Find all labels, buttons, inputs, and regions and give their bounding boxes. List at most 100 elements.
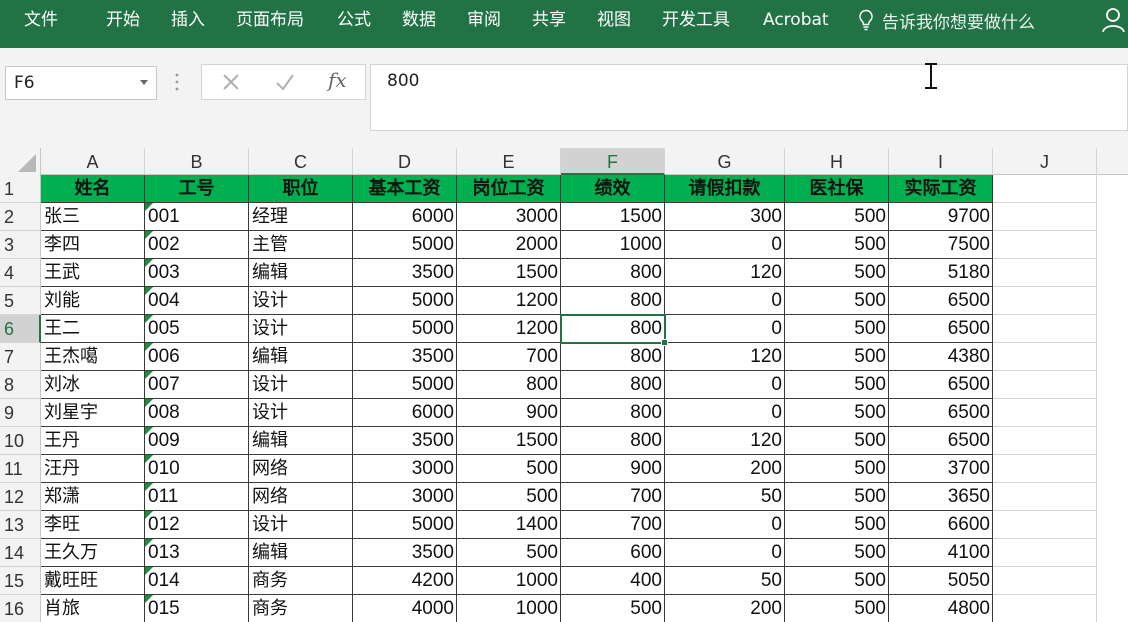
column-header-b[interactable]: B <box>145 148 249 175</box>
checkmark-icon[interactable] <box>274 71 296 93</box>
cell-b7[interactable]: 006 <box>145 343 249 371</box>
cell-a8[interactable]: 刘冰 <box>41 371 145 399</box>
cell-f10[interactable]: 800 <box>561 427 665 455</box>
row-header-13[interactable]: 13 <box>0 511 41 539</box>
cell-c13[interactable]: 设计 <box>249 511 353 539</box>
cell-i12[interactable]: 3650 <box>889 483 993 511</box>
cell-h8[interactable]: 500 <box>785 371 889 399</box>
cell-f9[interactable]: 800 <box>561 399 665 427</box>
cell-h15[interactable]: 500 <box>785 567 889 595</box>
row-header-14[interactable]: 14 <box>0 539 41 567</box>
cell-d12[interactable]: 3000 <box>353 483 457 511</box>
cell-b1[interactable]: 工号 <box>145 175 249 203</box>
cell-h16[interactable]: 500 <box>785 595 889 622</box>
select-all-corner[interactable] <box>0 148 41 175</box>
cell-e12[interactable]: 500 <box>457 483 561 511</box>
cell-j15[interactable] <box>993 567 1097 595</box>
cell-j16[interactable] <box>993 595 1097 622</box>
row-header-12[interactable]: 12 <box>0 483 41 511</box>
cell-f5[interactable]: 800 <box>561 287 665 315</box>
row-header-9[interactable]: 9 <box>0 399 41 427</box>
cell-a12[interactable]: 郑潇 <box>41 483 145 511</box>
cell-i6[interactable]: 6500 <box>889 315 993 343</box>
cell-c8[interactable]: 设计 <box>249 371 353 399</box>
column-header-h[interactable]: H <box>785 148 889 175</box>
cell-e14[interactable]: 500 <box>457 539 561 567</box>
row-header-10[interactable]: 10 <box>0 427 41 455</box>
row-header-5[interactable]: 5 <box>0 287 41 315</box>
cell-d4[interactable]: 3500 <box>353 259 457 287</box>
cell-b2[interactable]: 001 <box>145 203 249 231</box>
cell-h12[interactable]: 500 <box>785 483 889 511</box>
cell-i16[interactable]: 4800 <box>889 595 993 622</box>
cell-h1[interactable]: 医社保 <box>785 175 889 203</box>
column-header-d[interactable]: D <box>353 148 457 175</box>
cell-a5[interactable]: 刘能 <box>41 287 145 315</box>
cell-j10[interactable] <box>993 427 1097 455</box>
cell-c11[interactable]: 网络 <box>249 455 353 483</box>
cell-g4[interactable]: 120 <box>665 259 785 287</box>
cell-g12[interactable]: 50 <box>665 483 785 511</box>
cell-i3[interactable]: 7500 <box>889 231 993 259</box>
cell-g3[interactable]: 0 <box>665 231 785 259</box>
cell-b5[interactable]: 004 <box>145 287 249 315</box>
cell-e15[interactable]: 1000 <box>457 567 561 595</box>
cell-b11[interactable]: 010 <box>145 455 249 483</box>
cell-h4[interactable]: 500 <box>785 259 889 287</box>
cancel-icon[interactable] <box>220 71 242 93</box>
cell-b13[interactable]: 012 <box>145 511 249 539</box>
menu-formulas[interactable]: 公式 <box>337 0 371 40</box>
cell-a14[interactable]: 王久万 <box>41 539 145 567</box>
cell-a13[interactable]: 李旺 <box>41 511 145 539</box>
cell-c6[interactable]: 设计 <box>249 315 353 343</box>
cell-i5[interactable]: 6500 <box>889 287 993 315</box>
cell-b16[interactable]: 015 <box>145 595 249 622</box>
column-header-j[interactable]: J <box>993 148 1097 175</box>
cell-i14[interactable]: 4100 <box>889 539 993 567</box>
cell-e6[interactable]: 1200 <box>457 315 561 343</box>
cell-j1[interactable] <box>993 175 1097 203</box>
column-header-f[interactable]: F <box>561 148 665 175</box>
cell-h5[interactable]: 500 <box>785 287 889 315</box>
cell-i15[interactable]: 5050 <box>889 567 993 595</box>
cell-j7[interactable] <box>993 343 1097 371</box>
cell-f4[interactable]: 800 <box>561 259 665 287</box>
cell-c7[interactable]: 编辑 <box>249 343 353 371</box>
formula-input[interactable]: 800 <box>370 64 1128 131</box>
cell-d1[interactable]: 基本工资 <box>353 175 457 203</box>
cell-g15[interactable]: 50 <box>665 567 785 595</box>
row-header-4[interactable]: 4 <box>0 259 41 287</box>
cell-g9[interactable]: 0 <box>665 399 785 427</box>
menu-review[interactable]: 审阅 <box>467 0 501 40</box>
cell-i8[interactable]: 6500 <box>889 371 993 399</box>
cell-c14[interactable]: 编辑 <box>249 539 353 567</box>
column-header-e[interactable]: E <box>457 148 561 175</box>
cell-c16[interactable]: 商务 <box>249 595 353 622</box>
name-box[interactable]: F6 <box>5 66 157 100</box>
cell-c15[interactable]: 商务 <box>249 567 353 595</box>
cell-h14[interactable]: 500 <box>785 539 889 567</box>
cell-c5[interactable]: 设计 <box>249 287 353 315</box>
cell-h11[interactable]: 500 <box>785 455 889 483</box>
cell-f2[interactable]: 1500 <box>561 203 665 231</box>
cell-i10[interactable]: 6500 <box>889 427 993 455</box>
cell-h10[interactable]: 500 <box>785 427 889 455</box>
menu-page-layout[interactable]: 页面布局 <box>236 0 304 40</box>
cell-a16[interactable]: 肖旅 <box>41 595 145 622</box>
chevron-down-icon[interactable] <box>140 80 148 86</box>
insert-function-button[interactable]: fx <box>328 68 347 92</box>
cell-c4[interactable]: 编辑 <box>249 259 353 287</box>
cell-h9[interactable]: 500 <box>785 399 889 427</box>
cell-g6[interactable]: 0 <box>665 315 785 343</box>
cell-f7[interactable]: 800 <box>561 343 665 371</box>
cell-f12[interactable]: 700 <box>561 483 665 511</box>
cell-i2[interactable]: 9700 <box>889 203 993 231</box>
menu-developer[interactable]: 开发工具 <box>662 0 730 40</box>
column-header-c[interactable]: C <box>249 148 353 175</box>
cell-d16[interactable]: 4000 <box>353 595 457 622</box>
cell-e16[interactable]: 1000 <box>457 595 561 622</box>
row-header-8[interactable]: 8 <box>0 371 41 399</box>
cell-i7[interactable]: 4380 <box>889 343 993 371</box>
cell-e2[interactable]: 3000 <box>457 203 561 231</box>
cell-a3[interactable]: 李四 <box>41 231 145 259</box>
